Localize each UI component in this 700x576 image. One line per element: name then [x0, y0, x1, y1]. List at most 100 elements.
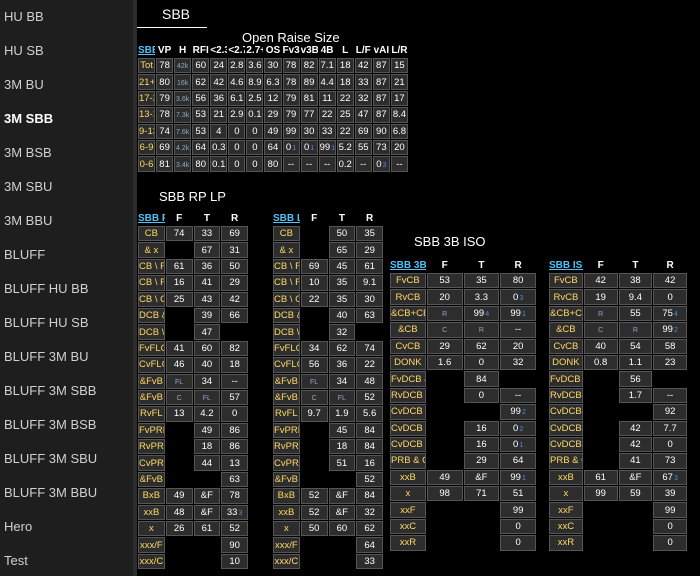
- stat-cell: 98: [426, 486, 463, 502]
- stat-value: 51: [336, 457, 348, 469]
- stat-value: 0: [252, 125, 258, 137]
- table-sbb-iso: SBB ISOFTRFvCB423842RvCB199.40&CB+CBR557…: [548, 258, 688, 552]
- stat-value: --: [305, 158, 313, 170]
- stat-cell: 32: [354, 90, 372, 107]
- sample-count: 4: [673, 310, 678, 318]
- stat-value: 19: [595, 291, 606, 303]
- stats-panel: SBB Open Raise Size SBB RP LP SBB 3B ISO…: [137, 0, 700, 576]
- empty-cell: [463, 518, 500, 535]
- sidebar-item-3m-bsb[interactable]: 3M BSB: [0, 136, 133, 170]
- stat-value: 79: [159, 92, 170, 104]
- stat-cell: 7.1: [318, 58, 336, 74]
- sidebar-item-test[interactable]: Test: [0, 544, 133, 576]
- row-label: &CB: [390, 322, 426, 338]
- column-header: F: [426, 259, 463, 272]
- stat-cell: 20: [500, 338, 536, 354]
- stat-value: 66: [229, 310, 240, 322]
- sidebar-item-bluff[interactable]: BLUFF: [0, 238, 133, 272]
- stat-value: 21: [213, 109, 225, 121]
- sidebar-item-3m-bu[interactable]: 3M BU: [0, 68, 133, 102]
- stat-value: 0: [303, 142, 310, 154]
- table-row: 17-21793.6k56366.12.51279811122328717: [138, 90, 408, 107]
- stat-value: 0.1: [212, 158, 226, 170]
- stat-cell: 33: [356, 553, 383, 570]
- sidebar-item-3m-bbu[interactable]: 3M BBU: [0, 204, 133, 238]
- stat-cell: 80: [500, 273, 536, 289]
- table-row: xxB 48 &F 333: [138, 504, 248, 521]
- table-row: CvFLOAT 56 36 22: [273, 357, 383, 373]
- row-label: xxx/C: [273, 553, 300, 570]
- stat-cell: 18: [336, 58, 354, 74]
- table-row: CvPRB 51 16: [273, 455, 383, 471]
- stat-value: 87: [376, 92, 387, 104]
- stat-cell: 67: [193, 242, 221, 258]
- stat-value: --: [666, 389, 674, 401]
- table-row: CB \ F 69 45 61: [273, 258, 383, 275]
- stat-cell: 39: [653, 486, 687, 502]
- stat-value: 87: [376, 109, 387, 121]
- stat-value: 61: [173, 260, 185, 272]
- stat-value: 49: [201, 424, 213, 436]
- stat-value: 7.1: [320, 60, 334, 72]
- row-label: & x: [273, 242, 300, 258]
- row-label: RvPRB: [273, 439, 300, 455]
- sidebar-item-3m-sbu[interactable]: 3M SBU: [0, 170, 133, 204]
- table-row: PRB & CB 29 64: [390, 453, 536, 469]
- table-row: RvDCB & B 1.7 --: [549, 387, 687, 404]
- column-header: SBB RP: [138, 212, 165, 225]
- sidebar-item-hero[interactable]: Hero: [0, 510, 133, 544]
- sidebar-item-bluff-3m-bu[interactable]: BLUFF 3M BU: [0, 340, 133, 374]
- sidebar-item-bluff-3m-bsb[interactable]: BLUFF 3M BSB: [0, 408, 133, 442]
- sidebar-item-bluff-hu-bb[interactable]: BLUFF HU BB: [0, 272, 133, 306]
- empty-cell: [165, 553, 193, 570]
- sample-count: 1: [292, 145, 297, 153]
- stat-cell: 45: [328, 422, 356, 439]
- stat-cell: 22: [300, 291, 328, 307]
- column-header: L/F: [354, 44, 372, 57]
- stat-cell: 6.3: [264, 74, 282, 90]
- sample-count: 3: [238, 509, 243, 517]
- stat-value: 4.2: [200, 408, 214, 420]
- stat-cell: 53: [192, 123, 210, 139]
- stat-value: 62: [195, 76, 206, 88]
- sidebar-item-bluff-hu-sb[interactable]: BLUFF HU SB: [0, 306, 133, 340]
- stat-value: 52: [308, 506, 320, 518]
- empty-cell: [426, 420, 463, 436]
- stat-value: 46: [173, 359, 185, 371]
- stat-value: 84: [364, 441, 375, 453]
- sidebar-item-bluff-3m-bbu[interactable]: BLUFF 3M BBU: [0, 476, 133, 510]
- stat-value: 82: [303, 60, 315, 72]
- table-row: DCB \ F 47: [138, 324, 248, 340]
- sidebar-item-hu-sb[interactable]: HU SB: [0, 34, 133, 68]
- stat-cell: 62: [356, 521, 383, 537]
- sidebar-item-bluff-3m-sbb[interactable]: BLUFF 3M SBB: [0, 374, 133, 408]
- stat-cell: 69: [221, 226, 248, 242]
- stat-cell: 86: [221, 422, 248, 439]
- stat-cell: 74: [156, 123, 174, 139]
- row-label: Tot: [138, 58, 156, 74]
- row-label: 9-13: [138, 123, 156, 139]
- stat-cell: C: [165, 389, 193, 406]
- row-label: FvDCB & B: [549, 371, 583, 387]
- stat-value: 18: [339, 60, 351, 72]
- stat-value: 31: [229, 244, 240, 256]
- stat-cell: 58: [653, 338, 687, 354]
- stat-cell: 57: [221, 389, 248, 406]
- stat-cell: 1.9: [328, 406, 356, 422]
- empty-cell: [653, 371, 687, 387]
- sidebar-item-3m-sbb[interactable]: 3M SBB: [0, 102, 133, 136]
- row-label: CvFLOAT: [138, 357, 165, 373]
- stat-cell: 42k: [174, 58, 192, 74]
- sample-count: 1: [521, 310, 526, 318]
- row-label: xxB: [390, 469, 426, 486]
- sidebar-item-hu-bb[interactable]: HU BB: [0, 0, 133, 34]
- sidebar-item-bluff-3m-sbu[interactable]: BLUFF 3M SBU: [0, 442, 133, 476]
- sample-count: 1: [519, 442, 524, 450]
- table-header-row: SBB LPFTR: [273, 212, 383, 225]
- stat-value: 81: [159, 158, 170, 170]
- stat-cell: 5.6: [356, 406, 383, 422]
- stat-value: 41: [173, 342, 185, 354]
- stat-cell: 35: [328, 275, 356, 291]
- stat-value: &F: [475, 471, 488, 483]
- stat-cell: 9.7: [300, 406, 328, 422]
